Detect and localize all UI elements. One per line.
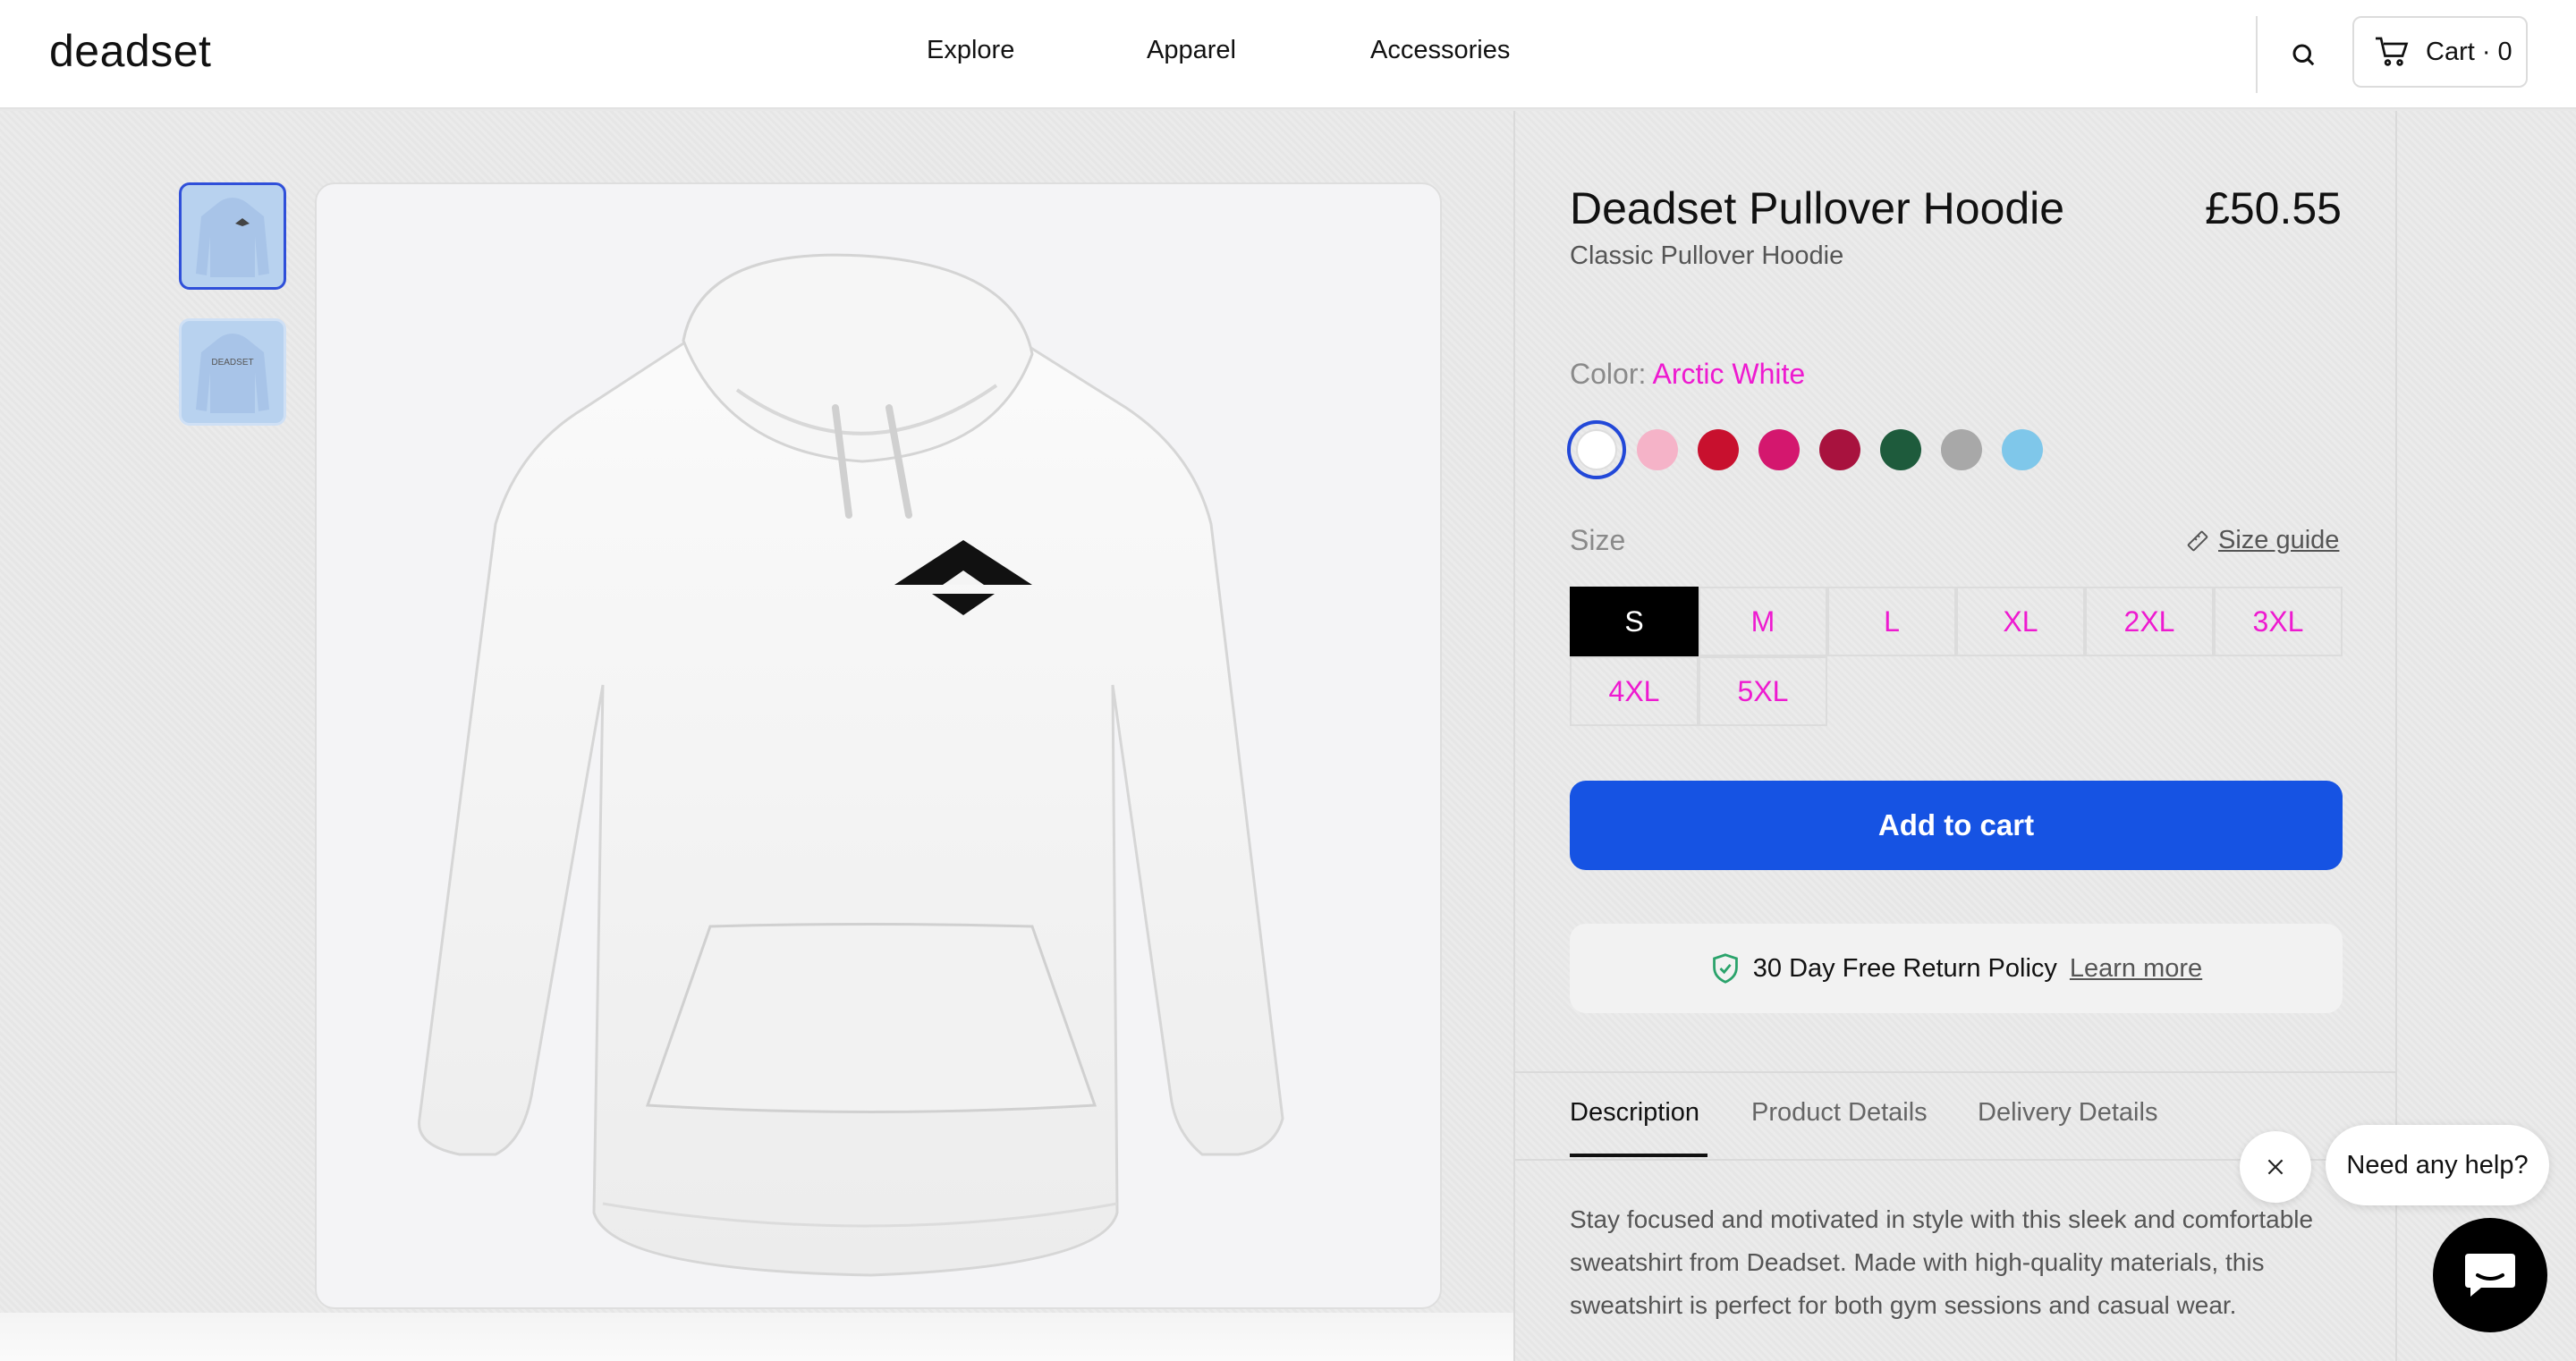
return-policy-banner: 30 Day Free Return Policy Learn more (1570, 924, 2343, 1013)
site-header: deadset Explore Apparel Accessories Cart… (0, 0, 2576, 109)
size-option[interactable]: XL (1956, 587, 2085, 656)
site-logo[interactable]: deadset (49, 25, 211, 77)
return-policy-text: 30 Day Free Return Policy (1752, 953, 2057, 983)
size-option[interactable]: 4XL (1570, 656, 1699, 726)
size-option[interactable]: 3XL (2214, 587, 2343, 656)
search-button[interactable] (2276, 34, 2330, 75)
size-option[interactable]: 5XL (1699, 656, 1827, 726)
close-icon (2267, 1159, 2284, 1175)
chat-prompt-bubble[interactable]: Need any help? (2326, 1125, 2549, 1205)
shield-check-icon (1712, 953, 1738, 984)
color-swatch[interactable] (1637, 429, 1678, 470)
cart-button[interactable]: Cart · 0 (2352, 16, 2528, 88)
product-description: Stay focused and motivated in style with… (1570, 1205, 2314, 1319)
size-option[interactable]: 2XL (2085, 587, 2214, 656)
tab-delivery-details[interactable]: Delivery Details (1978, 1098, 2157, 1128)
color-swatch[interactable] (1698, 429, 1739, 470)
nav-accessories[interactable]: Accessories (1370, 36, 1510, 65)
tabs-top-divider (1515, 1071, 2395, 1073)
ruler-icon (2187, 530, 2208, 551)
color-label-text: Color: (1570, 358, 1647, 390)
size-label: Size (1570, 524, 1626, 556)
product-title: Deadset Pullover Hoodie (1570, 183, 2065, 233)
chat-dismiss-button[interactable] (2240, 1131, 2311, 1203)
color-swatch[interactable] (1880, 429, 1921, 470)
thumbnail-back[interactable]: DEADSET (179, 318, 286, 426)
color-swatch[interactable] (1567, 420, 1626, 479)
color-value: Arctic White (1652, 358, 1806, 390)
thumbnail-back-print: DEADSET (211, 358, 253, 368)
size-option[interactable]: M (1699, 587, 1827, 656)
color-swatch[interactable] (1758, 429, 1800, 470)
size-guide-label: Size guide (2218, 526, 2340, 554)
main-product-image[interactable] (315, 182, 1442, 1309)
tab-description[interactable]: Description (1570, 1098, 1699, 1128)
cart-label: Cart · 0 (2426, 37, 2512, 66)
active-tab-indicator (1570, 1154, 1707, 1157)
size-option[interactable]: L (1827, 587, 1956, 656)
add-to-cart-button[interactable]: Add to cart (1570, 781, 2343, 870)
color-label: Color: Arctic White (1570, 358, 1805, 391)
color-swatch[interactable] (1819, 429, 1860, 470)
hoodie-image (418, 253, 1284, 1277)
product-subtitle: Classic Pullover Hoodie (1570, 241, 1844, 270)
size-option[interactable]: S (1570, 587, 1699, 656)
product-price: £50.55 (2205, 183, 2342, 233)
thumbnail-front[interactable] (179, 182, 286, 290)
footer-strip (0, 1313, 1513, 1361)
chat-icon (2465, 1254, 2515, 1297)
search-icon (2292, 44, 2315, 66)
color-swatch[interactable] (2002, 429, 2043, 470)
color-swatch[interactable] (1941, 429, 1982, 470)
hoodie-front-thumbnail (196, 198, 269, 277)
nav-explore[interactable]: Explore (927, 36, 1014, 65)
hoodie-back-thumbnail: DEADSET (196, 334, 269, 413)
cart-icon (2376, 37, 2409, 66)
size-guide-link[interactable]: Size guide (2186, 526, 2339, 555)
chat-launcher-button[interactable] (2433, 1218, 2547, 1332)
tab-product-details[interactable]: Product Details (1751, 1098, 1928, 1128)
learn-more-link[interactable]: Learn more (2070, 954, 2202, 984)
nav-apparel[interactable]: Apparel (1147, 36, 1236, 65)
header-divider (2256, 16, 2258, 93)
